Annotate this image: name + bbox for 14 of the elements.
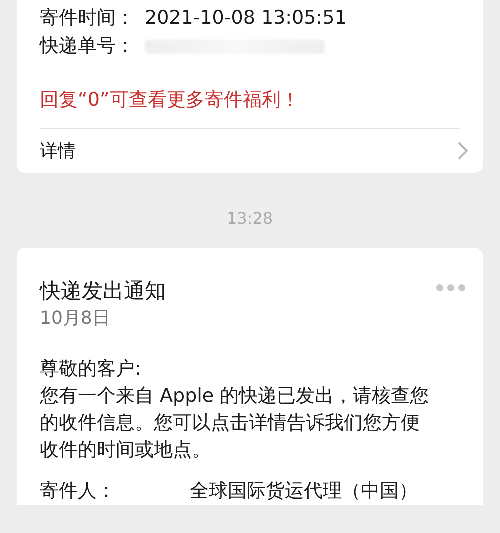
greeting-text: 尊敬的客户: <box>40 357 142 382</box>
more-icon[interactable] <box>436 284 466 292</box>
field-label: 快递单号： <box>40 34 136 59</box>
field-label: 寄件时间： <box>40 6 136 31</box>
details-link[interactable]: 详情 <box>17 129 483 173</box>
message-text: 您有一个来自 Apple 的快递已发出，请核查您的收件信息。您可以点击详情告诉我们您方便收件的时间或地点。 <box>40 384 430 463</box>
promo-text: 回复“0”可查看更多寄件福利！ <box>40 88 301 113</box>
message-time: 13:28 <box>226 208 274 230</box>
notice-title: 快递发出通知 <box>40 278 166 305</box>
notice-date: 10月8日 <box>40 307 112 331</box>
field-value: 2021-10-08 13:05:51 <box>145 6 347 31</box>
chevron-icon <box>458 142 468 160</box>
field-label: 寄件人： <box>40 479 117 504</box>
field-value: 全球国际货运代理（中国） <box>190 479 418 504</box>
